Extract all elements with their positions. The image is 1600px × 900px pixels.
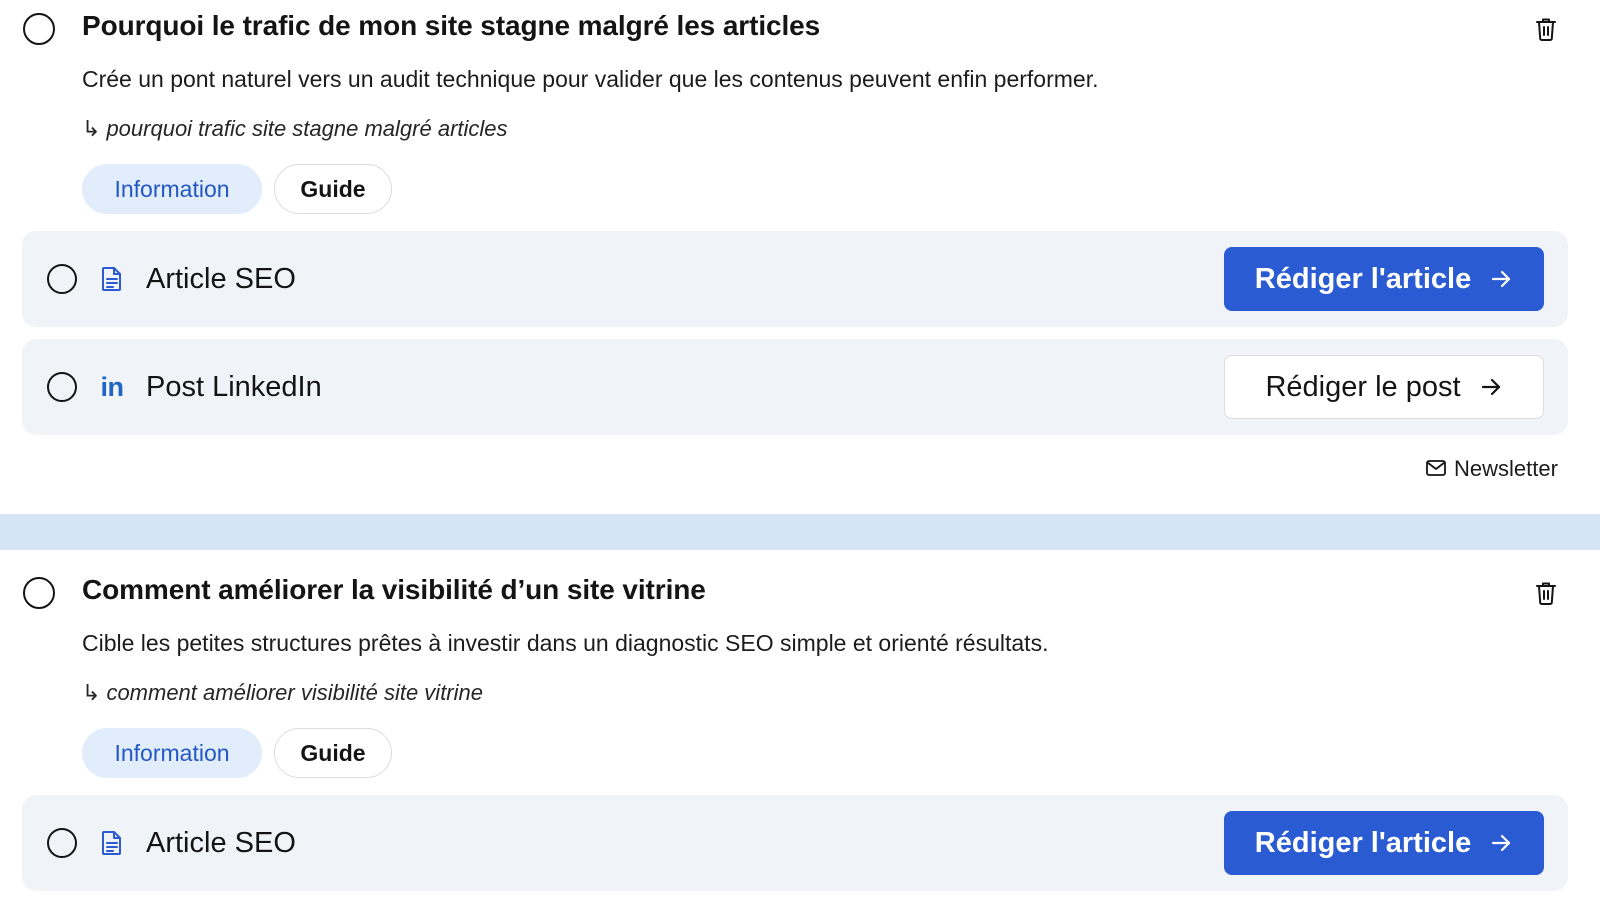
task-row-article: Article SEO Rédiger l'article: [22, 795, 1568, 891]
return-arrow-icon: ↳: [82, 680, 101, 705]
tag-format: Guide: [274, 728, 392, 778]
task-label: Article SEO: [146, 827, 296, 859]
task-row-linkedin: in Post LinkedIn Rédiger le post: [22, 339, 1568, 435]
return-arrow-icon: ↳: [82, 116, 101, 141]
trash-icon[interactable]: [1534, 581, 1558, 605]
arrow-right-icon: [1489, 267, 1513, 291]
document-icon: [98, 265, 126, 293]
button-label: Rédiger le post: [1265, 370, 1461, 403]
write-post-button[interactable]: Rédiger le post: [1224, 355, 1544, 419]
task-row-article: Article SEO Rédiger l'article: [22, 231, 1568, 327]
trash-icon[interactable]: [1534, 17, 1558, 41]
content-idea-card: Pourquoi le trafic de mon site stagne ma…: [0, 0, 1568, 514]
linkedin-icon: in: [100, 371, 125, 402]
task-checkbox[interactable]: [47, 264, 77, 294]
idea-description: Crée un pont naturel vers un audit techn…: [82, 66, 1099, 92]
idea-checkbox[interactable]: [23, 13, 55, 45]
task-label: Post LinkedIn: [146, 371, 322, 403]
tag-intent: Information: [82, 164, 262, 214]
target-keyword: ↳ pourquoi trafic site stagne malgré art…: [82, 116, 508, 142]
newsletter-link[interactable]: Newsletter: [1426, 454, 1558, 484]
card-separator: [0, 514, 1600, 550]
keyword-text: comment améliorer visibilité site vitrin…: [106, 680, 483, 705]
idea-title: Pourquoi le trafic de mon site stagne ma…: [82, 10, 821, 41]
arrow-right-icon: [1479, 375, 1503, 399]
button-label: Rédiger l'article: [1254, 826, 1472, 859]
tag-intent: Information: [82, 728, 262, 778]
button-label: Rédiger l'article: [1254, 262, 1472, 295]
arrow-right-icon: [1489, 831, 1513, 855]
task-label: Article SEO: [146, 263, 296, 295]
task-checkbox[interactable]: [47, 372, 77, 402]
target-keyword: ↳ comment améliorer visibilité site vitr…: [82, 680, 483, 706]
content-idea-card: Comment améliorer la visibilité d’un sit…: [0, 550, 1568, 900]
mail-icon: [1426, 456, 1446, 482]
document-icon: [98, 829, 126, 857]
idea-checkbox[interactable]: [23, 577, 55, 609]
idea-description: Cible les petites structures prêtes à in…: [82, 630, 1049, 656]
task-checkbox[interactable]: [47, 828, 77, 858]
tag-format: Guide: [274, 164, 392, 214]
newsletter-label: Newsletter: [1454, 456, 1558, 481]
write-article-button[interactable]: Rédiger l'article: [1224, 811, 1544, 875]
keyword-text: pourquoi trafic site stagne malgré artic…: [106, 116, 508, 141]
idea-title: Comment améliorer la visibilité d’un sit…: [82, 574, 706, 605]
write-article-button[interactable]: Rédiger l'article: [1224, 247, 1544, 311]
page: Pourquoi le trafic de mon site stagne ma…: [0, 0, 1600, 900]
